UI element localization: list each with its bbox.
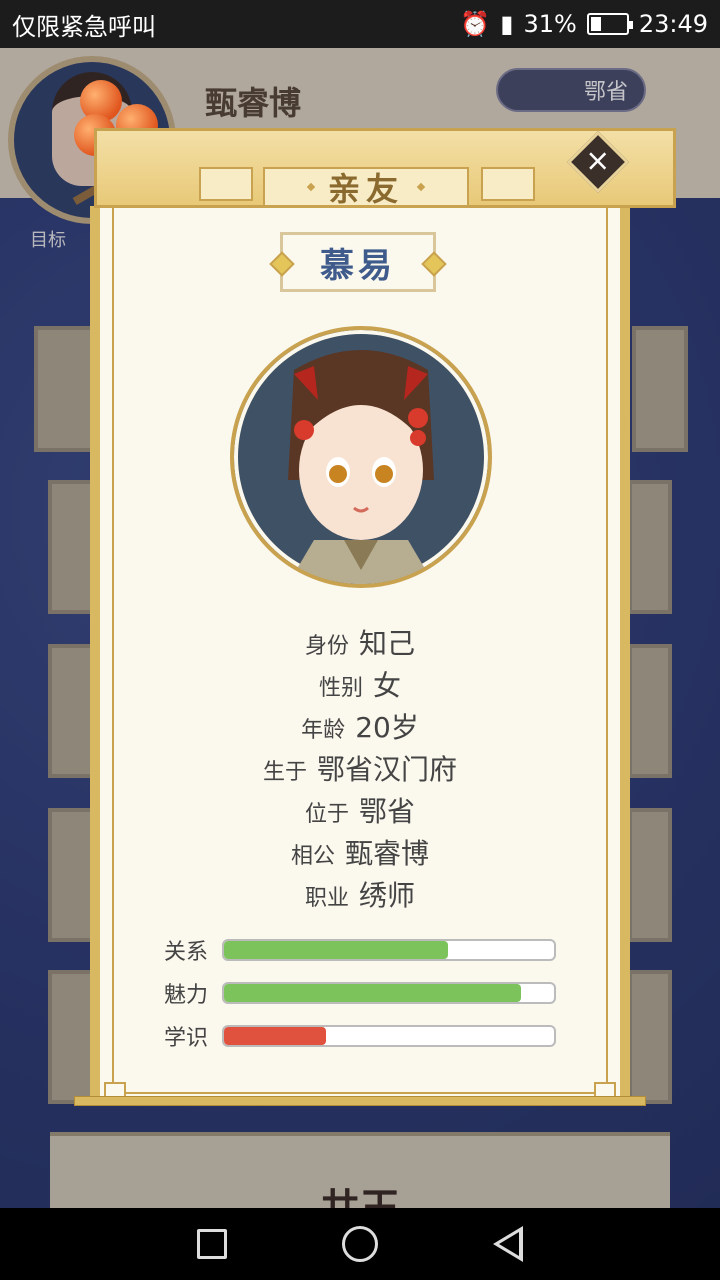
- info-value: 鄂省: [359, 795, 416, 828]
- info-row-location: 位于 鄂省: [90, 790, 630, 832]
- battery-icon: [586, 13, 633, 35]
- title-dot: [416, 182, 426, 192]
- back-icon[interactable]: [492, 1226, 523, 1262]
- battery-percent: 31%: [523, 10, 577, 38]
- stat-label: 魅力: [164, 982, 209, 1008]
- character-name: 慕易: [320, 245, 396, 286]
- stat-fill: [224, 983, 521, 1002]
- close-icon: ×: [585, 143, 611, 179]
- info-label: 位于: [304, 802, 349, 827]
- info-label: 生于: [262, 760, 307, 785]
- stat-fill: [224, 940, 449, 959]
- info-label: 身份: [304, 634, 349, 659]
- info-row-occupation: 职业 绣师: [90, 874, 630, 916]
- info-row-gender: 性别 女: [90, 664, 630, 706]
- sim-icon: ▮: [500, 10, 514, 38]
- info-label: 年龄: [301, 718, 346, 743]
- stat-track: [222, 938, 556, 961]
- info-row-birthplace: 生于 鄂省汉门府: [90, 748, 630, 790]
- emergency-call-text: 仅限紧急呼叫: [12, 12, 156, 41]
- navigation-bar: [0, 1208, 720, 1280]
- stat-track: [222, 981, 556, 1004]
- stat-knowledge: 学识: [164, 1014, 564, 1057]
- header-ornament: [481, 167, 535, 201]
- info-row-age: 年龄 20岁: [90, 706, 630, 748]
- info-label: 相公: [290, 844, 335, 869]
- stat-bars: 关系 魅力 学识: [164, 928, 564, 1057]
- dialog-bottom-bar: [74, 1096, 646, 1106]
- info-value: 绣师: [359, 879, 416, 912]
- header-ornament: [199, 167, 253, 201]
- dialog-title: 亲友: [327, 170, 404, 208]
- stat-label: 关系: [164, 939, 209, 965]
- character-portrait: [230, 326, 492, 588]
- stat-relationship: 关系: [164, 928, 564, 971]
- stat-track: [222, 1024, 556, 1047]
- info-value: 鄂省汉门府: [317, 753, 458, 786]
- battery-level: [590, 17, 602, 31]
- info-label: 职业: [304, 886, 349, 911]
- stat-charm: 魅力: [164, 971, 564, 1014]
- info-row-identity: 身份 知己: [90, 622, 630, 664]
- stat-fill: [224, 1026, 327, 1045]
- info-label: 性别: [318, 676, 363, 701]
- clock: 23:49: [638, 10, 708, 38]
- info-value: 20岁: [355, 711, 419, 744]
- dialog-title-box: 亲友: [263, 167, 469, 208]
- friend-dialog: 亲友 × 慕易 身份 知己 性别 女 年龄 20岁 生于 鄂省汉门府 位于 鄂省…: [74, 128, 676, 1108]
- home-icon[interactable]: [341, 1226, 378, 1262]
- info-row-husband: 相公 甄睿博: [90, 832, 630, 874]
- name-plate: 慕易: [280, 232, 436, 292]
- info-value: 女: [373, 669, 402, 702]
- title-dot: [306, 182, 316, 192]
- stat-label: 学识: [164, 1025, 209, 1051]
- info-value: 知己: [359, 627, 416, 660]
- alarm-icon: ⏰: [460, 10, 491, 38]
- character-info: 身份 知己 性别 女 年龄 20岁 生于 鄂省汉门府 位于 鄂省 相公 甄睿博 …: [90, 622, 630, 916]
- info-value: 甄睿博: [345, 837, 430, 870]
- recent-apps-icon[interactable]: [197, 1229, 228, 1259]
- portrait-illustration: [288, 350, 434, 584]
- status-bar: 仅限紧急呼叫 ⏰ ▮ 31% 23:49: [0, 0, 720, 48]
